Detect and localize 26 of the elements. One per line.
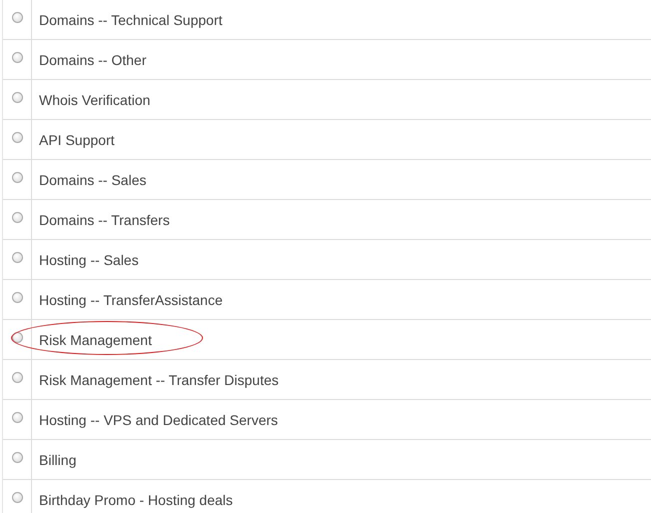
radio-button[interactable] [12, 412, 22, 423]
radio-button[interactable] [12, 452, 22, 463]
option-label: Domains -- Transfers [39, 212, 170, 228]
option-label: API Support [39, 132, 114, 148]
option-label: Hosting -- VPS and Dedicated Servers [39, 412, 278, 428]
option-label: Whois Verification [39, 92, 150, 108]
radio-button[interactable] [12, 132, 22, 143]
radio-button[interactable] [12, 212, 22, 223]
option-label: Risk Management -- Transfer Disputes [39, 372, 279, 388]
radio-button[interactable] [12, 372, 22, 383]
option-label: Domains -- Other [39, 52, 146, 68]
option-label: Hosting -- TransferAssistance [39, 292, 223, 308]
radio-button[interactable] [12, 492, 22, 503]
radio-button[interactable] [12, 92, 22, 103]
radio-button[interactable] [12, 12, 22, 23]
radio-button[interactable] [12, 292, 22, 303]
option-label: Domains -- Technical Support [39, 12, 222, 28]
option-label: Risk Management [39, 332, 152, 348]
radio-button[interactable] [12, 332, 22, 343]
radio-button[interactable] [12, 252, 22, 263]
option-label: Domains -- Sales [39, 172, 146, 188]
radio-button[interactable] [12, 172, 22, 183]
option-label: Billing [39, 452, 76, 468]
option-label: Birthday Promo - Hosting deals [39, 492, 233, 508]
option-label: Hosting -- Sales [39, 252, 139, 268]
radio-button[interactable] [12, 52, 22, 63]
